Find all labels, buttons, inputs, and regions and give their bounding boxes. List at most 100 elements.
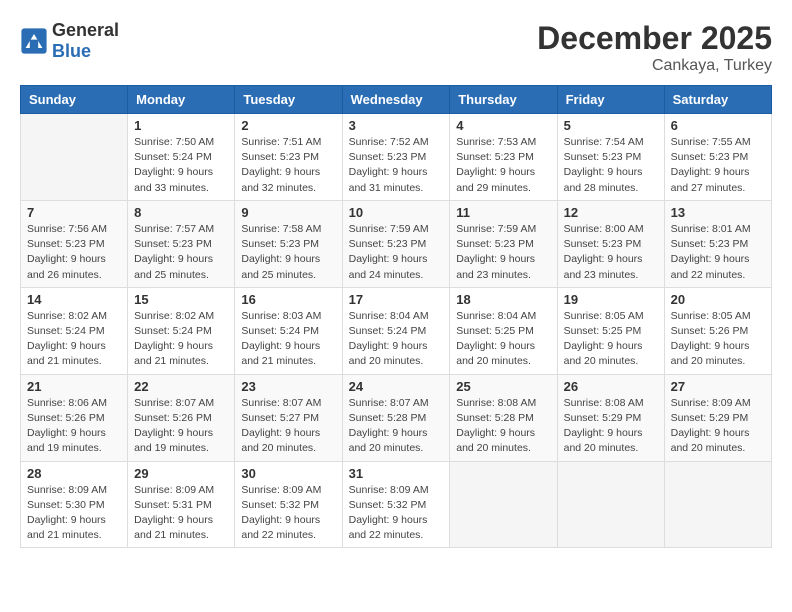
calendar-cell [450, 461, 557, 548]
day-info: Sunrise: 7:57 AMSunset: 5:23 PMDaylight:… [134, 222, 228, 283]
calendar-cell: 13Sunrise: 8:01 AMSunset: 5:23 PMDayligh… [664, 200, 771, 287]
day-number: 24 [349, 379, 444, 394]
day-info: Sunrise: 7:50 AMSunset: 5:24 PMDaylight:… [134, 135, 228, 196]
day-number: 10 [349, 205, 444, 220]
day-info: Sunrise: 8:08 AMSunset: 5:28 PMDaylight:… [456, 396, 550, 457]
day-info: Sunrise: 7:53 AMSunset: 5:23 PMDaylight:… [456, 135, 550, 196]
day-number: 14 [27, 292, 121, 307]
day-info: Sunrise: 7:55 AMSunset: 5:23 PMDaylight:… [671, 135, 765, 196]
calendar-week-row: 28 Sunrise: 8:09 AMSunset: 5:30 PMDayligh… [21, 461, 772, 548]
calendar-cell: 8 Sunrise: 7:57 AMSunset: 5:23 PMDaylight… [128, 200, 235, 287]
day-number: 19 [564, 292, 658, 307]
calendar-cell: 30 Sunrise: 8:09 AMSunset: 5:32 PMDayligh… [235, 461, 342, 548]
calendar-table: SundayMondayTuesdayWednesdayThursdayFrid… [20, 85, 772, 548]
calendar-cell [557, 461, 664, 548]
calendar-cell: 2Sunrise: 7:51 AMSunset: 5:23 PMDaylight… [235, 114, 342, 201]
page-header: General Blue December 2025 Cankaya, Turk… [20, 20, 772, 75]
day-info: Sunrise: 8:09 AMSunset: 5:31 PMDaylight:… [134, 483, 228, 544]
day-info: Sunrise: 8:07 AMSunset: 5:28 PMDaylight:… [349, 396, 444, 457]
logo: General Blue [20, 20, 119, 62]
day-info: Sunrise: 8:07 AMSunset: 5:27 PMDaylight:… [241, 396, 335, 457]
calendar-cell: 14Sunrise: 8:02 AMSunset: 5:24 PMDayligh… [21, 287, 128, 374]
day-info: Sunrise: 7:59 AMSunset: 5:23 PMDaylight:… [349, 222, 444, 283]
calendar-cell: 15 Sunrise: 8:02 AMSunset: 5:24 PMDayligh… [128, 287, 235, 374]
calendar-cell: 12 Sunrise: 8:00 AMSunset: 5:23 PMDayligh… [557, 200, 664, 287]
day-number: 1 [134, 118, 228, 133]
calendar-cell: 4 Sunrise: 7:53 AMSunset: 5:23 PMDaylight… [450, 114, 557, 201]
title-block: December 2025 Cankaya, Turkey [537, 20, 772, 75]
calendar-title: December 2025 [537, 20, 772, 57]
day-info: Sunrise: 8:02 AMSunset: 5:24 PMDaylight:… [134, 309, 228, 370]
weekday-header: Wednesday [342, 86, 450, 114]
day-number: 28 [27, 466, 121, 481]
calendar-cell: 5 Sunrise: 7:54 AMSunset: 5:23 PMDaylight… [557, 114, 664, 201]
day-number: 5 [564, 118, 658, 133]
calendar-week-row: 7 Sunrise: 7:56 AMSunset: 5:23 PMDaylight… [21, 200, 772, 287]
calendar-week-row: 21Sunrise: 8:06 AMSunset: 5:26 PMDayligh… [21, 374, 772, 461]
weekday-header: Friday [557, 86, 664, 114]
calendar-cell: 19Sunrise: 8:05 AMSunset: 5:25 PMDayligh… [557, 287, 664, 374]
calendar-cell: 26 Sunrise: 8:08 AMSunset: 5:29 PMDayligh… [557, 374, 664, 461]
day-info: Sunrise: 8:00 AMSunset: 5:23 PMDaylight:… [564, 222, 658, 283]
day-info: Sunrise: 8:04 AMSunset: 5:24 PMDaylight:… [349, 309, 444, 370]
day-info: Sunrise: 8:09 AMSunset: 5:32 PMDaylight:… [241, 483, 335, 544]
weekday-header: Sunday [21, 86, 128, 114]
day-number: 6 [671, 118, 765, 133]
day-number: 30 [241, 466, 335, 481]
day-number: 7 [27, 205, 121, 220]
day-number: 27 [671, 379, 765, 394]
calendar-cell: 29Sunrise: 8:09 AMSunset: 5:31 PMDayligh… [128, 461, 235, 548]
weekday-header: Tuesday [235, 86, 342, 114]
logo-icon [20, 27, 48, 55]
day-info: Sunrise: 8:01 AMSunset: 5:23 PMDaylight:… [671, 222, 765, 283]
day-info: Sunrise: 8:08 AMSunset: 5:29 PMDaylight:… [564, 396, 658, 457]
day-number: 18 [456, 292, 550, 307]
day-info: Sunrise: 8:05 AMSunset: 5:26 PMDaylight:… [671, 309, 765, 370]
day-number: 22 [134, 379, 228, 394]
weekday-header: Saturday [664, 86, 771, 114]
calendar-cell: 25Sunrise: 8:08 AMSunset: 5:28 PMDayligh… [450, 374, 557, 461]
calendar-cell: 10 Sunrise: 7:59 AMSunset: 5:23 PMDayligh… [342, 200, 450, 287]
calendar-cell: 28 Sunrise: 8:09 AMSunset: 5:30 PMDayligh… [21, 461, 128, 548]
calendar-cell: 20 Sunrise: 8:05 AMSunset: 5:26 PMDayligh… [664, 287, 771, 374]
weekday-header: Thursday [450, 86, 557, 114]
day-info: Sunrise: 8:09 AMSunset: 5:32 PMDaylight:… [349, 483, 444, 544]
day-number: 9 [241, 205, 335, 220]
day-info: Sunrise: 7:52 AMSunset: 5:23 PMDaylight:… [349, 135, 444, 196]
calendar-week-row: 14 Sunrise: 8:02 AMSunset: 5:24 PMDayligh… [21, 287, 772, 374]
calendar-cell: 24 Sunrise: 8:07 AMSunset: 5:28 PMDayligh… [342, 374, 450, 461]
day-number: 8 [134, 205, 228, 220]
calendar-cell [664, 461, 771, 548]
day-info: Sunrise: 7:59 AMSunset: 5:23 PMDaylight:… [456, 222, 550, 283]
day-info: Sunrise: 8:04 AMSunset: 5:25 PMDaylight:… [456, 309, 550, 370]
day-info: Sunrise: 7:54 AMSunset: 5:23 PMDaylight:… [564, 135, 658, 196]
logo-text: General Blue [52, 20, 119, 62]
day-number: 26 [564, 379, 658, 394]
calendar-cell: 9Sunrise: 7:58 AMSunset: 5:23 PMDaylight… [235, 200, 342, 287]
calendar-cell: 27Sunrise: 8:09 AMSunset: 5:29 PMDayligh… [664, 374, 771, 461]
logo-blue: Blue [52, 41, 91, 61]
day-number: 16 [241, 292, 335, 307]
day-number: 17 [349, 292, 444, 307]
calendar-cell: 16Sunrise: 8:03 AMSunset: 5:24 PMDayligh… [235, 287, 342, 374]
day-info: Sunrise: 7:51 AMSunset: 5:23 PMDaylight:… [241, 135, 335, 196]
day-info: Sunrise: 8:09 AMSunset: 5:30 PMDaylight:… [27, 483, 121, 544]
calendar-cell: 22Sunrise: 8:07 AMSunset: 5:26 PMDayligh… [128, 374, 235, 461]
calendar-cell: 7 Sunrise: 7:56 AMSunset: 5:23 PMDaylight… [21, 200, 128, 287]
calendar-cell: 23Sunrise: 8:07 AMSunset: 5:27 PMDayligh… [235, 374, 342, 461]
weekday-header: Monday [128, 86, 235, 114]
day-number: 15 [134, 292, 228, 307]
day-number: 3 [349, 118, 444, 133]
calendar-week-row: 1 Sunrise: 7:50 AMSunset: 5:24 PMDaylight… [21, 114, 772, 201]
day-number: 20 [671, 292, 765, 307]
day-number: 21 [27, 379, 121, 394]
calendar-cell [21, 114, 128, 201]
day-number: 11 [456, 205, 550, 220]
calendar-cell: 3 Sunrise: 7:52 AMSunset: 5:23 PMDaylight… [342, 114, 450, 201]
calendar-cell: 11 Sunrise: 7:59 AMSunset: 5:23 PMDayligh… [450, 200, 557, 287]
day-number: 12 [564, 205, 658, 220]
logo-general: General [52, 20, 119, 40]
calendar-cell: 18 Sunrise: 8:04 AMSunset: 5:25 PMDayligh… [450, 287, 557, 374]
day-number: 4 [456, 118, 550, 133]
day-info: Sunrise: 7:56 AMSunset: 5:23 PMDaylight:… [27, 222, 121, 283]
